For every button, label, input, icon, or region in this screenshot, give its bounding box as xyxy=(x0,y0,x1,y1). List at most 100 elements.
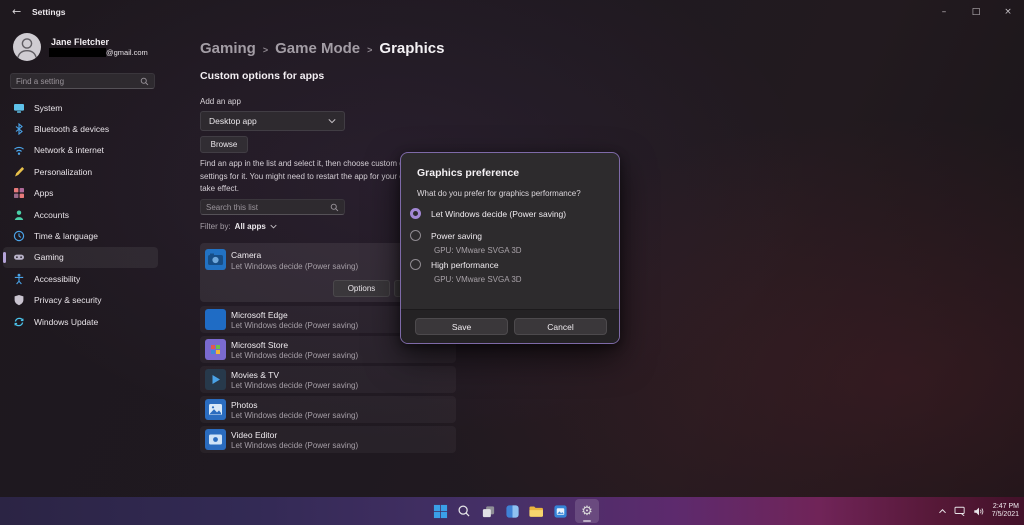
camera-app-icon xyxy=(205,249,226,270)
taskbar-icons: ⚙ xyxy=(431,497,599,525)
sidebar-item-time-language[interactable]: Time & language xyxy=(3,225,158,246)
gpu-label: GPU: VMware SVGA 3D xyxy=(434,246,522,255)
file-explorer-icon[interactable] xyxy=(527,502,545,520)
user-name: Jane Fletcher xyxy=(51,37,110,47)
app-row-movies-tv[interactable]: Movies & TV Let Windows decide (Power sa… xyxy=(200,366,456,393)
breadcrumb: Gaming > Game Mode > Graphics xyxy=(200,40,444,57)
options-button[interactable]: Options xyxy=(333,280,390,297)
minimize-button[interactable]: – xyxy=(928,0,960,24)
sidebar-item-network-internet[interactable]: Network & internet xyxy=(3,140,158,161)
clock-date: 7/5/2021 xyxy=(991,511,1019,518)
filter-row[interactable]: Filter by: All apps xyxy=(200,222,277,231)
volume-icon[interactable] xyxy=(973,506,985,517)
save-button[interactable]: Save xyxy=(415,318,508,335)
chevron-right-icon: > xyxy=(262,44,269,55)
app-name: Microsoft Store xyxy=(231,339,289,350)
gaming-icon xyxy=(13,251,25,263)
taskbar: ⚙ 2:47 PM 7/5/2021 xyxy=(0,497,1024,525)
app-type-dropdown-value: Desktop app xyxy=(209,116,257,126)
radio-unselected-icon[interactable] xyxy=(410,259,421,270)
titlebar: ← Settings – □ × xyxy=(0,0,1024,26)
app-name: Camera xyxy=(231,250,262,260)
bluetooth-icon xyxy=(13,123,25,136)
app-type-dropdown[interactable]: Desktop app xyxy=(200,111,345,131)
close-button[interactable]: × xyxy=(992,0,1024,24)
app-row-photos[interactable]: Photos Let Windows decide (Power saving) xyxy=(200,396,456,423)
privacy-security-shield-icon xyxy=(13,294,25,306)
chevron-down-icon xyxy=(270,224,277,229)
app-status: Let Windows decide (Power saving) xyxy=(231,410,359,420)
sidebar-item-windows-update[interactable]: Windows Update xyxy=(3,311,158,332)
chevron-down-icon xyxy=(328,119,336,124)
breadcrumb-graphics: Graphics xyxy=(379,40,445,57)
sidebar-item-system[interactable]: System xyxy=(3,97,158,118)
accessibility-icon xyxy=(13,273,25,285)
windows-update-icon xyxy=(13,316,25,328)
widgets-icon[interactable] xyxy=(503,502,521,520)
chevron-up-icon[interactable] xyxy=(938,508,947,515)
list-search-input[interactable] xyxy=(206,202,330,212)
window-controls: – □ × xyxy=(928,0,1024,24)
settings-gear-icon: ⚙ xyxy=(581,503,593,519)
clock[interactable]: 2:47 PM 7/5/2021 xyxy=(992,503,1019,520)
sidebar-item-privacy-security[interactable]: Privacy & security xyxy=(3,290,158,311)
dialog-footer: Save Cancel xyxy=(401,309,619,343)
sidebar-item-bluetooth-devices[interactable]: Bluetooth & devices xyxy=(3,118,158,139)
app-name: Microsoft Edge xyxy=(231,309,288,320)
list-searchbox[interactable] xyxy=(200,199,345,215)
desktop: ← Settings – □ × Jane Fletcher @gmail.co… xyxy=(0,0,1024,525)
avatar[interactable] xyxy=(13,33,41,61)
user-email: @gmail.com xyxy=(49,48,148,57)
maximize-button[interactable]: □ xyxy=(960,0,992,24)
photos-app-icon[interactable] xyxy=(551,502,569,520)
app-status: Let Windows decide (Power saving) xyxy=(231,262,359,271)
sidebar-item-personalization[interactable]: Personalization xyxy=(3,161,158,182)
find-setting-searchbox[interactable] xyxy=(10,73,155,89)
back-icon[interactable]: ← xyxy=(12,5,21,18)
gpu-label: GPU: VMware SVGA 3D xyxy=(434,275,522,284)
sidebar-item-accessibility[interactable]: Accessibility xyxy=(3,268,158,289)
sidebar-nav: System Bluetooth & devices Network & int… xyxy=(3,97,158,332)
browse-button[interactable]: Browse xyxy=(200,136,248,153)
chevron-right-icon: > xyxy=(367,44,373,55)
start-icon[interactable] xyxy=(431,502,449,520)
dialog-title: Graphics preference xyxy=(417,167,520,179)
app-status: Let Windows decide (Power saving) xyxy=(231,440,359,450)
breadcrumb-game-mode[interactable]: Game Mode xyxy=(275,40,360,57)
time-language-icon xyxy=(13,230,25,242)
app-status: Let Windows decide (Power saving) xyxy=(231,380,359,390)
dialog-question: What do you prefer for graphics performa… xyxy=(417,189,581,198)
section-title: Custom options for apps xyxy=(200,70,325,82)
microsoft-edge-app-icon xyxy=(205,309,226,330)
app-status: Let Windows decide (Power saving) xyxy=(231,320,359,330)
sidebar: Jane Fletcher @gmail.com System Bluetoot… xyxy=(0,26,166,497)
radio-option-power-saving[interactable]: Power saving xyxy=(410,230,482,241)
app-title: Settings xyxy=(32,7,66,17)
task-view-icon[interactable] xyxy=(479,502,497,520)
radio-option-high-performance[interactable]: High performance xyxy=(410,259,499,270)
radio-unselected-icon[interactable] xyxy=(410,230,421,241)
search-icon[interactable] xyxy=(455,502,473,520)
radio-selected-icon[interactable] xyxy=(410,208,421,219)
app-name: Video Editor xyxy=(231,429,278,440)
find-setting-input[interactable] xyxy=(16,76,140,86)
add-app-label: Add an app xyxy=(200,97,241,106)
personalization-icon xyxy=(13,166,25,178)
network-wifi-icon xyxy=(13,144,25,156)
network-tray-icon[interactable] xyxy=(954,506,966,516)
video-editor-app-icon xyxy=(205,429,226,450)
app-row-video-editor[interactable]: Video Editor Let Windows decide (Power s… xyxy=(200,426,456,453)
sidebar-item-gaming[interactable]: Gaming xyxy=(3,246,158,269)
filter-label: Filter by: xyxy=(200,222,231,231)
sidebar-item-apps[interactable]: Apps xyxy=(3,183,158,204)
breadcrumb-gaming[interactable]: Gaming xyxy=(200,40,256,57)
cancel-button[interactable]: Cancel xyxy=(514,318,607,335)
settings-taskbar-active[interactable]: ⚙ xyxy=(575,499,599,523)
email-redaction xyxy=(49,48,106,57)
sidebar-item-accounts[interactable]: Accounts xyxy=(3,204,158,225)
filter-value: All apps xyxy=(234,222,266,231)
graphics-preference-dialog: Graphics preference What do you prefer f… xyxy=(400,152,620,344)
app-name: Movies & TV xyxy=(231,369,280,380)
radio-option-let-windows-decide[interactable]: Let Windows decide (Power saving) xyxy=(410,208,566,219)
system-tray: 2:47 PM 7/5/2021 xyxy=(938,497,1019,525)
